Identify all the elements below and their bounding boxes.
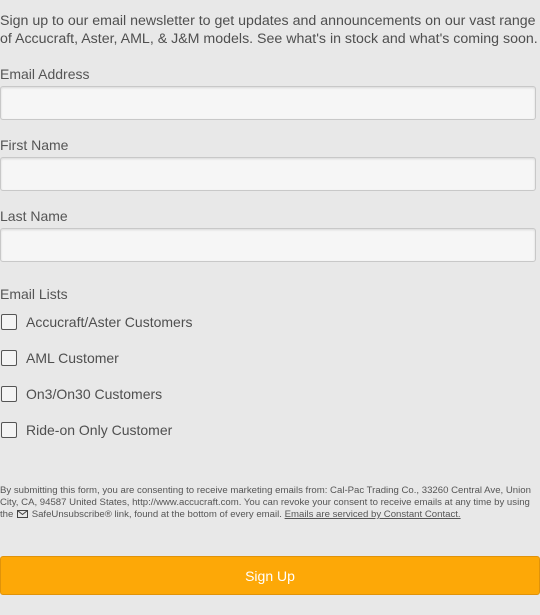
checkbox[interactable] [1,422,17,438]
checkbox-label: Ride-on Only Customer [26,422,173,438]
checkbox[interactable] [1,314,17,330]
consent-text: By submitting this form, you are consent… [0,485,540,522]
first-name-field[interactable] [0,157,536,191]
sign-up-button[interactable]: Sign Up [0,556,540,595]
checkbox-label: On3/On30 Customers [26,386,163,402]
constant-contact-link[interactable]: Emails are serviced by Constant Contact. [285,509,461,520]
last-name-label: Last Name [0,208,68,224]
consent-text-unsubscribe: SafeUnsubscribe® link, found at the bott… [31,509,282,520]
checkbox-label: Accucraft/Aster Customers [26,314,193,330]
email-lists-heading: Email Lists [0,286,68,302]
email-label: Email Address [0,66,90,82]
checkbox[interactable] [1,386,17,402]
intro-text: Sign up to our email newsletter to get u… [0,13,538,47]
list-option-accucraft-aster[interactable]: Accucraft/Aster Customers [0,312,193,332]
envelope-icon [17,510,29,522]
last-name-field[interactable] [0,228,536,262]
list-option-aml[interactable]: AML Customer [0,348,119,368]
email-field[interactable] [0,86,536,120]
first-name-label: First Name [0,137,69,153]
list-option-ride-on[interactable]: Ride-on Only Customer [0,420,172,440]
list-option-on3-on30[interactable]: On3/On30 Customers [0,384,162,404]
checkbox[interactable] [1,350,17,366]
checkbox-label: AML Customer [26,350,119,366]
